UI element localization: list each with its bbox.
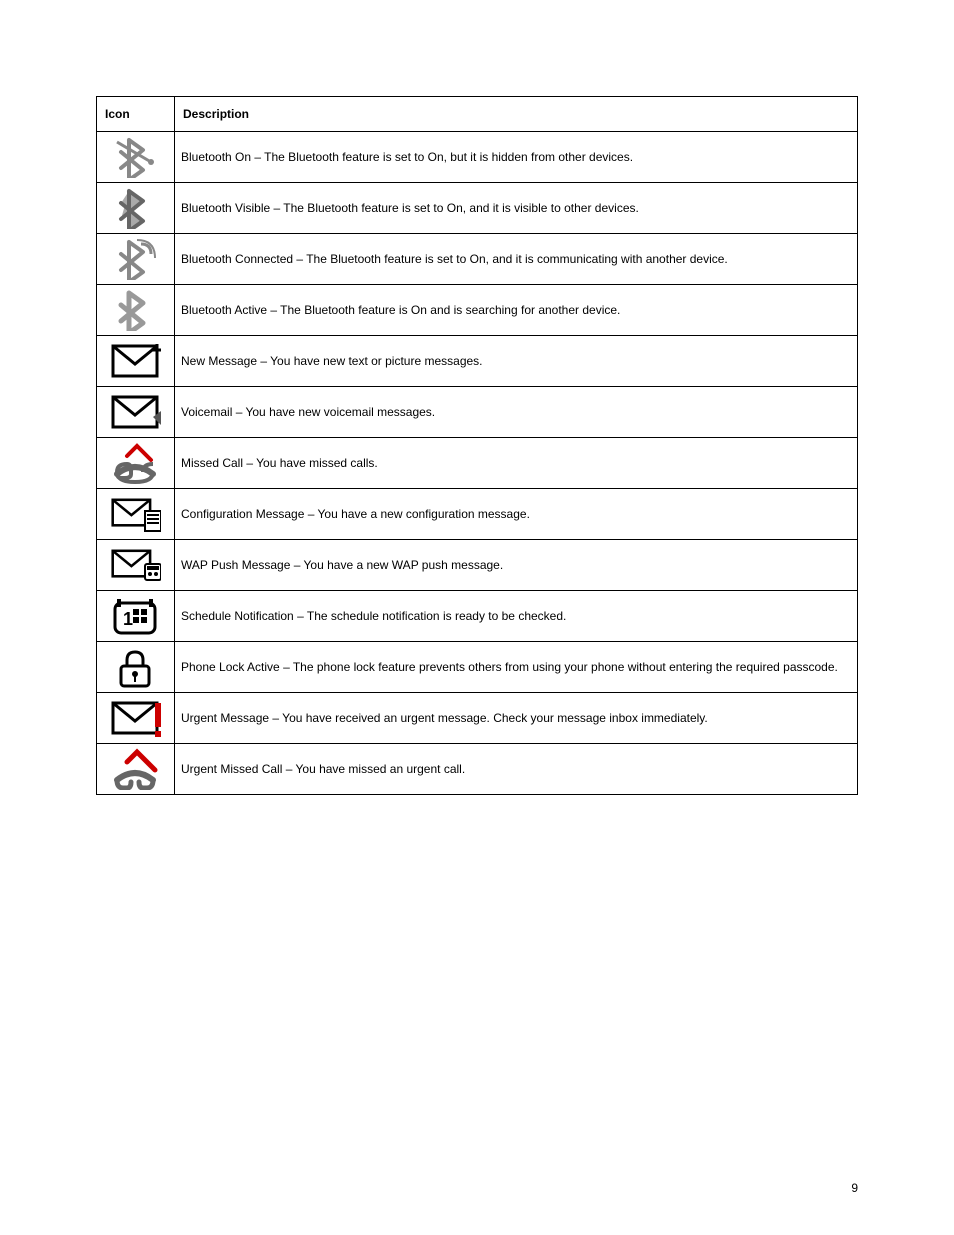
icon-description-table: Icon Description Bluetooth On – The Blue…	[96, 96, 858, 795]
description-cell: Missed Call – You have missed calls.	[175, 438, 858, 489]
icon-cell	[97, 183, 175, 234]
header-icon: Icon	[97, 97, 175, 132]
description-cell: Bluetooth On – The Bluetooth feature is …	[175, 132, 858, 183]
table-row: New Message – You have new text or pictu…	[97, 336, 858, 387]
description-cell: Phone Lock Active – The phone lock featu…	[175, 642, 858, 693]
urgent-message-icon	[111, 697, 161, 739]
bluetooth-searching-icon	[111, 289, 161, 331]
icon-cell	[97, 591, 175, 642]
urgent-missed-call-icon	[111, 748, 161, 790]
push-message-icon	[111, 544, 161, 586]
table-row: Voicemail – You have new voicemail messa…	[97, 387, 858, 438]
table-row: Urgent Message – You have received an ur…	[97, 693, 858, 744]
new-message-icon	[111, 340, 161, 382]
icon-cell	[97, 540, 175, 591]
description-cell: New Message – You have new text or pictu…	[175, 336, 858, 387]
description-cell: Configuration Message – You have a new c…	[175, 489, 858, 540]
table-row: Schedule Notification – The schedule not…	[97, 591, 858, 642]
table-row: Bluetooth Active – The Bluetooth feature…	[97, 285, 858, 336]
page-number: 9	[851, 1181, 858, 1195]
icon-cell	[97, 387, 175, 438]
description-cell: Schedule Notification – The schedule not…	[175, 591, 858, 642]
icon-cell	[97, 744, 175, 795]
icon-cell	[97, 336, 175, 387]
description-cell: Urgent Missed Call – You have missed an …	[175, 744, 858, 795]
description-cell: Bluetooth Connected – The Bluetooth feat…	[175, 234, 858, 285]
table-row: Bluetooth Connected – The Bluetooth feat…	[97, 234, 858, 285]
bluetooth-visible-icon	[111, 187, 161, 229]
icon-cell	[97, 438, 175, 489]
table-row: Phone Lock Active – The phone lock featu…	[97, 642, 858, 693]
table-row: Missed Call – You have missed calls.	[97, 438, 858, 489]
bluetooth-hidden-icon	[111, 136, 161, 178]
icon-cell	[97, 285, 175, 336]
icon-cell	[97, 693, 175, 744]
icon-cell	[97, 234, 175, 285]
document-page: Icon Description Bluetooth On – The Blue…	[0, 0, 954, 1235]
icon-cell	[97, 642, 175, 693]
table-header-row: Icon Description	[97, 97, 858, 132]
table-row: WAP Push Message – You have a new WAP pu…	[97, 540, 858, 591]
description-cell: Voicemail – You have new voicemail messa…	[175, 387, 858, 438]
description-cell: Bluetooth Active – The Bluetooth feature…	[175, 285, 858, 336]
icon-cell	[97, 132, 175, 183]
icon-cell	[97, 489, 175, 540]
bluetooth-connected-icon	[111, 238, 161, 280]
table-row: Urgent Missed Call – You have missed an …	[97, 744, 858, 795]
config-message-icon	[111, 493, 161, 535]
missed-call-icon	[111, 442, 161, 484]
description-cell: Bluetooth Visible – The Bluetooth featur…	[175, 183, 858, 234]
voicemail-icon	[111, 391, 161, 433]
table-row: Bluetooth Visible – The Bluetooth featur…	[97, 183, 858, 234]
schedule-icon	[111, 595, 161, 637]
header-description: Description	[175, 97, 858, 132]
phone-lock-icon	[111, 646, 161, 688]
description-cell: WAP Push Message – You have a new WAP pu…	[175, 540, 858, 591]
description-cell: Urgent Message – You have received an ur…	[175, 693, 858, 744]
table-row: Configuration Message – You have a new c…	[97, 489, 858, 540]
table-row: Bluetooth On – The Bluetooth feature is …	[97, 132, 858, 183]
